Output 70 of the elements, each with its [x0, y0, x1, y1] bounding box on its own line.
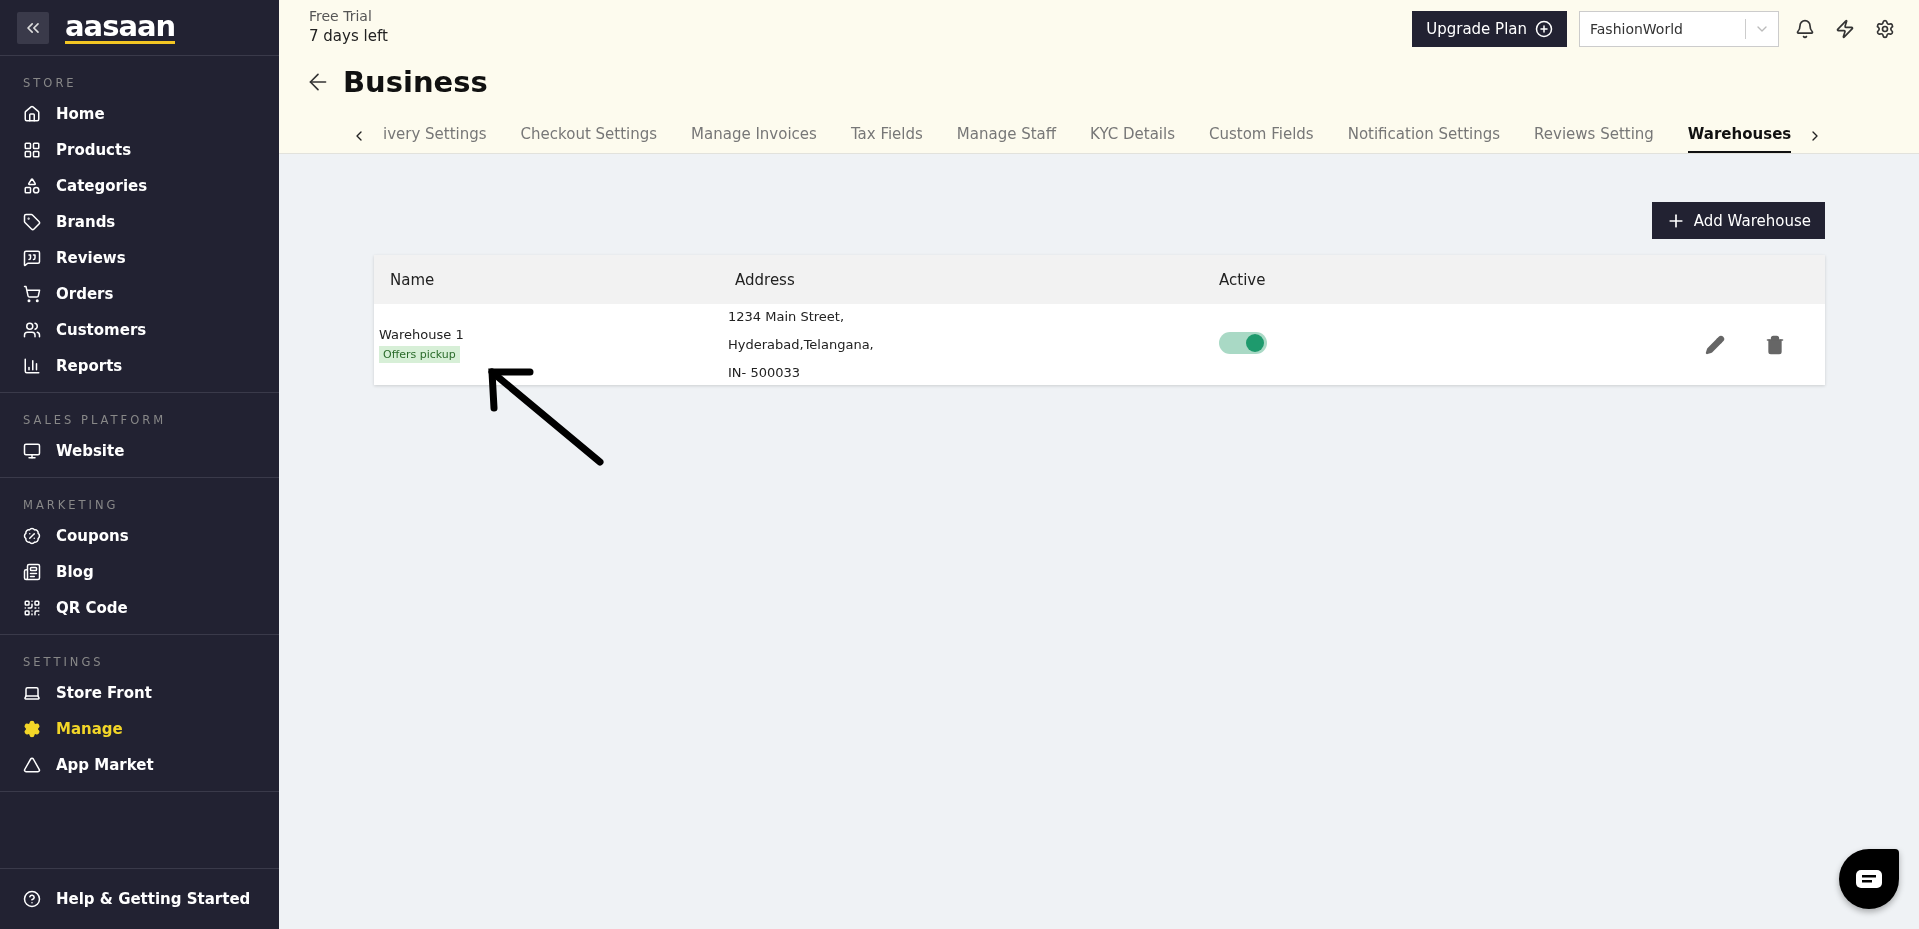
sidebar-item[interactable]: Reviews — [0, 240, 279, 276]
trial-label: Free Trial — [308, 8, 373, 24]
sidebar-item[interactable]: Products — [0, 132, 279, 168]
grid-icon — [23, 141, 41, 159]
tab[interactable]: Tax Fields — [850, 119, 923, 153]
add-warehouse-button[interactable]: Add Warehouse — [1651, 202, 1825, 239]
sidebar-item[interactable]: Categories — [0, 168, 279, 204]
section-title: STORE — [22, 76, 78, 92]
trash-icon — [1765, 334, 1785, 355]
laptop-icon — [23, 684, 41, 702]
sidebar-item[interactable]: Store Front — [0, 675, 279, 711]
monitor-icon — [23, 442, 41, 460]
chat-bubble-icon — [23, 249, 41, 267]
sidebar-item[interactable]: Reports — [0, 348, 279, 384]
sidebar-item[interactable]: Brands — [0, 204, 279, 240]
days-left: 7 days left — [308, 27, 388, 45]
sidebar-item[interactable]: Orders — [0, 276, 279, 312]
bell-icon — [1795, 19, 1815, 39]
upgrade-button[interactable]: Upgrade Plan — [1412, 11, 1567, 47]
tab[interactable]: ivery Settings — [383, 119, 487, 153]
sidebar-item[interactable]: Home — [0, 96, 279, 132]
qr-code-icon — [23, 599, 41, 617]
tag-icon — [23, 213, 41, 231]
tab[interactable]: Checkout Settings — [520, 119, 658, 153]
tab[interactable]: KYC Details — [1090, 119, 1175, 153]
section-title: SETTINGS — [22, 655, 105, 671]
sidebar-item[interactable]: Manage — [0, 711, 279, 747]
column-header: Name — [389, 270, 436, 289]
sidebar-item[interactable]: Website — [0, 433, 279, 469]
logo: aasaan — [65, 11, 176, 44]
settings-icon — [1875, 19, 1895, 39]
collapse-button[interactable] — [17, 11, 49, 44]
pickup-tag: Offers pickup — [379, 345, 460, 363]
article-icon — [23, 563, 41, 581]
column-header: Active — [1218, 270, 1267, 289]
bar-chart-icon — [23, 357, 41, 375]
store-select[interactable]: FashionWorld — [1579, 11, 1779, 47]
active-toggle[interactable] — [1219, 331, 1267, 354]
users-icon — [23, 321, 41, 339]
tab[interactable]: Custom Fields — [1209, 119, 1314, 153]
plus-icon — [1535, 20, 1553, 38]
pencil-icon — [1705, 334, 1725, 355]
address-line: IN- 500033 — [727, 363, 800, 382]
chat-icon — [1856, 870, 1882, 888]
tab[interactable]: Reviews Setting — [1534, 119, 1654, 153]
section-title: MARKETING — [22, 498, 120, 514]
address-line: 1234 Main Street, — [727, 307, 845, 326]
page-title: Business — [343, 65, 488, 99]
tab[interactable]: Manage Invoices — [691, 119, 817, 153]
sidebar-item[interactable]: Customers — [0, 312, 279, 348]
help-link[interactable]: Help & Getting Started — [0, 869, 279, 929]
tab[interactable]: Notification Settings — [1347, 119, 1501, 153]
column-header: Address — [734, 270, 796, 289]
gear-icon — [23, 720, 41, 738]
warehouse-name: Warehouse 1 — [379, 326, 464, 342]
sidebar-item[interactable]: QR Code — [0, 590, 279, 626]
badge-icon — [23, 527, 41, 545]
help-icon — [23, 890, 41, 908]
tab[interactable]: Manage Staff — [956, 119, 1057, 153]
cart-icon — [23, 285, 41, 303]
home-icon — [23, 105, 41, 123]
section-title: SALES PLATFORM — [22, 413, 168, 429]
sidebar-item[interactable]: Coupons — [0, 518, 279, 554]
sidebar-item[interactable]: App Market — [0, 747, 279, 783]
address-line: Hyderabad,Telangana, — [727, 335, 874, 354]
triangle-icon — [23, 756, 41, 774]
tab[interactable]: Warehouses — [1687, 119, 1792, 153]
sidebar-item[interactable]: Blog — [0, 554, 279, 590]
shapes-icon — [23, 177, 41, 195]
lightning-icon — [1835, 19, 1855, 39]
